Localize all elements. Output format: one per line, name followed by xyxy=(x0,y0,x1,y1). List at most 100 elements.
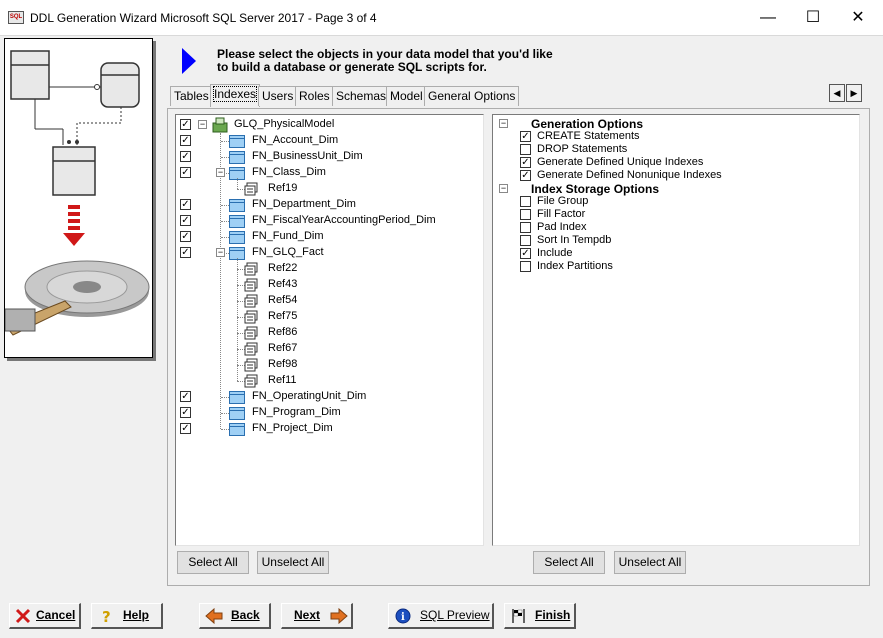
tree-item-label[interactable]: Ref43 xyxy=(268,278,297,290)
tab-scroll-left-button[interactable]: ◀ xyxy=(829,84,845,102)
tree-root-label: GLQ_PhysicalModel xyxy=(234,118,335,130)
tree-item-label[interactable]: FN_FiscalYearAccountingPeriod_Dim xyxy=(252,214,436,226)
wizard-illustration xyxy=(4,38,153,358)
help-question-icon: ? xyxy=(102,608,111,624)
tree-item-label[interactable]: Ref22 xyxy=(268,262,297,274)
relationship-icon xyxy=(244,358,258,372)
option-checkbox[interactable] xyxy=(520,222,531,233)
table-icon xyxy=(229,407,245,420)
option-label[interactable]: Generate Defined Unique Indexes xyxy=(537,156,703,168)
object-tree[interactable]: ✓ − GLQ_PhysicalModel ✓ FN_Account_Dim ✓ FN_Bu… xyxy=(175,114,484,546)
option-label[interactable]: Include xyxy=(537,247,572,259)
table-icon xyxy=(229,231,245,244)
option-group-expander[interactable]: − xyxy=(499,184,508,193)
tab-users[interactable]: Users xyxy=(258,86,298,106)
tab-schemas[interactable]: Schemas xyxy=(332,86,391,106)
option-checkbox[interactable]: ✓ xyxy=(520,157,531,168)
option-checkbox[interactable]: ✓ xyxy=(520,170,531,181)
relationship-icon xyxy=(244,326,258,340)
tree-item-label[interactable]: FN_Account_Dim xyxy=(252,134,338,146)
next-button[interactable]: Next xyxy=(281,603,353,629)
tab-tables[interactable]: Tables xyxy=(170,86,213,106)
play-arrow-icon xyxy=(182,48,196,74)
tree-item-label[interactable]: Ref11 xyxy=(268,374,297,386)
option-checkbox[interactable] xyxy=(520,144,531,155)
next-arrow-icon xyxy=(330,608,348,624)
tree-item-checkbox[interactable]: ✓ xyxy=(180,247,191,258)
tree-root-checkbox[interactable]: ✓ xyxy=(180,119,191,130)
option-label[interactable]: Generate Defined Nonunique Indexes xyxy=(537,169,722,181)
tree-item-checkbox[interactable]: ✓ xyxy=(180,167,191,178)
tree-item-label[interactable]: Ref54 xyxy=(268,294,297,306)
tree-item-label[interactable]: FN_GLQ_Fact xyxy=(252,246,324,258)
option-label[interactable]: File Group xyxy=(537,195,588,207)
tree-item-expander[interactable]: − xyxy=(216,248,225,257)
relationship-icon xyxy=(244,342,258,356)
options-unselect-all-button[interactable]: Unselect All xyxy=(614,551,686,574)
help-button[interactable]: ? Help xyxy=(91,603,163,629)
minimize-button[interactable]: — xyxy=(745,0,791,36)
option-group-label: Index Storage Options xyxy=(531,182,660,196)
tree-item-checkbox[interactable]: ✓ xyxy=(180,151,191,162)
option-checkbox[interactable]: ✓ xyxy=(520,131,531,142)
tab-model[interactable]: Model xyxy=(386,86,427,106)
tree-item-label[interactable]: Ref75 xyxy=(268,310,297,322)
tree-item-checkbox[interactable]: ✓ xyxy=(180,135,191,146)
option-checkbox[interactable]: ✓ xyxy=(520,248,531,259)
tree-item-label[interactable]: Ref67 xyxy=(268,342,297,354)
tree-item-label[interactable]: FN_OperatingUnit_Dim xyxy=(252,390,366,402)
tab-scroll-right-button[interactable]: ▶ xyxy=(846,84,862,102)
tree-item-checkbox[interactable]: ✓ xyxy=(180,391,191,402)
tab-indexes[interactable]: Indexes xyxy=(210,84,261,107)
back-button[interactable]: Back xyxy=(199,603,271,629)
cancel-button[interactable]: Cancel xyxy=(9,603,81,629)
app-icon: SQL xyxy=(8,11,24,24)
tree-item-label[interactable]: FN_Class_Dim xyxy=(252,166,326,178)
cancel-x-icon xyxy=(15,608,31,624)
tab-general-options[interactable]: General Options xyxy=(424,86,520,106)
sql-preview-button[interactable]: i SQL Preview xyxy=(388,603,494,629)
tree-item-expander[interactable]: − xyxy=(216,168,225,177)
tree-item-checkbox[interactable]: ✓ xyxy=(180,215,191,226)
tree-item-label[interactable]: Ref19 xyxy=(268,182,297,194)
finish-button[interactable]: Finish xyxy=(504,603,576,629)
option-label[interactable]: CREATE Statements xyxy=(537,130,640,142)
tree-select-all-button[interactable]: Select All xyxy=(177,551,249,574)
tree-item-label[interactable]: FN_Project_Dim xyxy=(252,422,333,434)
option-checkbox[interactable] xyxy=(520,209,531,220)
checkered-flag-icon xyxy=(512,609,525,623)
option-label[interactable]: Sort In Tempdb xyxy=(537,234,611,246)
options-panel[interactable]: − Generation Options ✓ CREATE Statements DRO… xyxy=(492,114,860,546)
maximize-button[interactable]: ☐ xyxy=(790,0,836,36)
back-arrow-icon xyxy=(205,608,223,624)
tree-connector-line xyxy=(237,258,238,381)
title-bar: SQL DDL Generation Wizard Microsoft SQL … xyxy=(0,0,883,36)
tree-item-label[interactable]: FN_Department_Dim xyxy=(252,198,356,210)
tree-item-label[interactable]: Ref86 xyxy=(268,326,297,338)
relationship-icon xyxy=(244,374,258,388)
option-label[interactable]: Pad Index xyxy=(537,221,587,233)
option-checkbox[interactable] xyxy=(520,196,531,207)
option-checkbox[interactable] xyxy=(520,235,531,246)
tree-item-checkbox[interactable]: ✓ xyxy=(180,199,191,210)
tree-item-label[interactable]: FN_Program_Dim xyxy=(252,406,341,418)
tree-item-checkbox[interactable]: ✓ xyxy=(180,423,191,434)
tree-item-checkbox[interactable]: ✓ xyxy=(180,231,191,242)
option-label[interactable]: Index Partitions xyxy=(537,260,613,272)
option-checkbox[interactable] xyxy=(520,261,531,272)
option-label[interactable]: DROP Statements xyxy=(537,143,627,155)
instruction-text: Please select the objects in your data m… xyxy=(217,47,553,74)
table-icon xyxy=(229,199,245,212)
table-icon xyxy=(229,151,245,164)
tree-item-label[interactable]: FN_Fund_Dim xyxy=(252,230,324,242)
close-button[interactable]: ✕ xyxy=(835,0,881,36)
tree-item-label[interactable]: Ref98 xyxy=(268,358,297,370)
tree-item-label[interactable]: FN_BusinessUnit_Dim xyxy=(252,150,363,162)
tree-unselect-all-button[interactable]: Unselect All xyxy=(257,551,329,574)
tree-root-expander[interactable]: − xyxy=(198,120,207,129)
option-group-expander[interactable]: − xyxy=(499,119,508,128)
option-label[interactable]: Fill Factor xyxy=(537,208,585,220)
options-select-all-button[interactable]: Select All xyxy=(533,551,605,574)
tree-item-checkbox[interactable]: ✓ xyxy=(180,407,191,418)
tab-roles[interactable]: Roles xyxy=(295,86,334,106)
